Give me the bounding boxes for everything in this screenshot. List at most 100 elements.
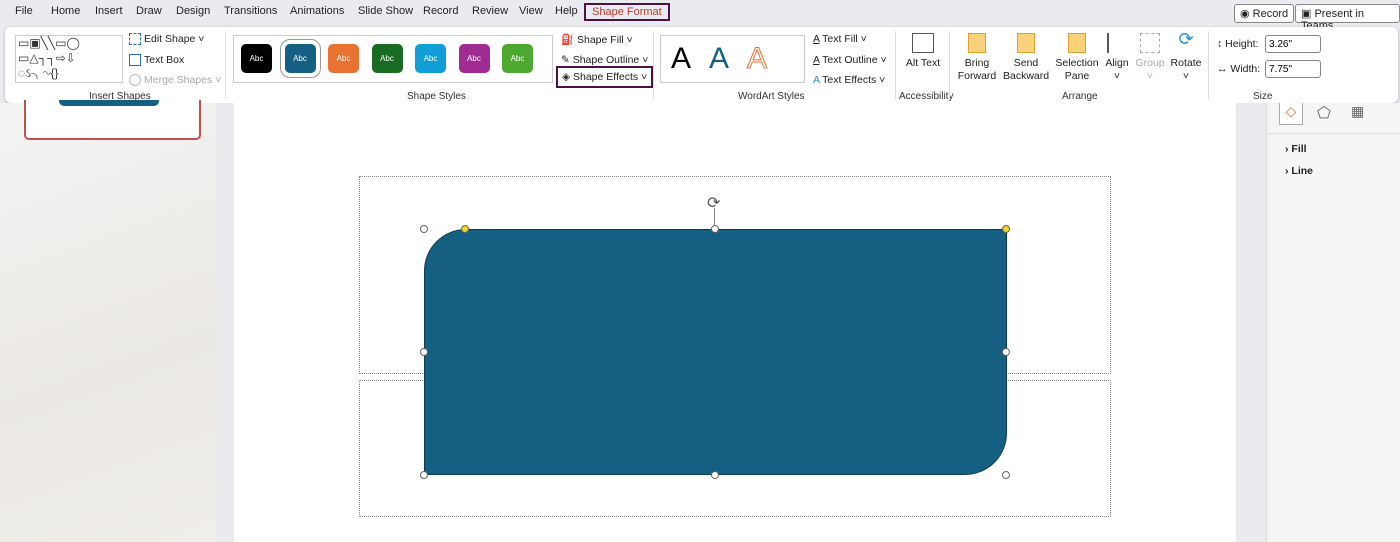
slide-thumbnail-pane — [0, 103, 216, 542]
shape-style-swatch[interactable]: Abc — [371, 44, 403, 73]
tab-home[interactable]: Home — [51, 5, 80, 17]
width-icon: ↔ — [1217, 63, 1231, 75]
group-button[interactable]: Group ˅ — [1135, 33, 1165, 83]
effects-tab-icon[interactable]: ⬠ — [1317, 103, 1331, 123]
resize-handle[interactable] — [420, 225, 428, 233]
slide-thumbnail[interactable] — [24, 100, 201, 140]
send-backward-icon — [1017, 33, 1035, 53]
fill-line-tab-icon[interactable]: ◇ — [1279, 103, 1303, 125]
arrange-label: Arrange — [1062, 91, 1098, 102]
height-icon: ↕ — [1217, 38, 1226, 50]
edit-shape-label: Edit Shape — [144, 33, 196, 45]
align-label: Align — [1105, 57, 1129, 69]
text-outline-button[interactable]: A Text Outline ˅ — [813, 54, 887, 66]
adjustment-handle[interactable] — [1002, 225, 1010, 233]
merge-shapes-button[interactable]: Merge Shapes ˅ — [129, 74, 221, 87]
text-box-button[interactable]: Text Box — [129, 54, 185, 67]
shape-effects-icon: ◈ — [562, 71, 573, 83]
text-box-icon — [129, 54, 141, 67]
tab-help[interactable]: Help — [555, 5, 578, 17]
bring-forward-icon — [968, 33, 986, 53]
shape-style-swatch[interactable]: Abc — [458, 44, 490, 73]
shape-fill-label: Shape Fill — [577, 34, 624, 46]
align-button[interactable]: Align ˅ — [1102, 33, 1132, 83]
tab-design[interactable]: Design — [176, 5, 210, 17]
resize-handle[interactable] — [711, 225, 719, 233]
shape-outline-button[interactable]: ✎ Shape Outline ˅ — [561, 54, 648, 66]
tab-draw[interactable]: Draw — [136, 5, 162, 17]
width-label: ↔ Width: — [1217, 63, 1261, 75]
tab-review[interactable]: Review — [472, 5, 508, 17]
wordart-black[interactable]: A — [671, 42, 709, 75]
fill-section[interactable]: › Fill — [1285, 143, 1307, 155]
text-effects-label: Text Effects — [822, 74, 877, 86]
present-in-teams-button[interactable]: ▣ Present in Teams — [1295, 4, 1400, 32]
text-effects-icon: A — [813, 74, 823, 86]
tab-shape-format[interactable]: Shape Format — [584, 3, 670, 21]
group-label: Group — [1135, 57, 1165, 69]
align-icon — [1107, 33, 1127, 53]
height-input[interactable] — [1265, 35, 1321, 53]
divider — [895, 31, 896, 99]
edit-shape-button[interactable]: Edit Shape ˅ — [129, 33, 204, 46]
tab-animations[interactable]: Animations — [290, 5, 344, 17]
tab-file[interactable]: File — [15, 5, 33, 17]
width-input[interactable] — [1265, 60, 1321, 78]
text-effects-button[interactable]: A Text Effects ˅ — [813, 74, 885, 86]
resize-handle[interactable] — [1002, 471, 1010, 479]
wordart-blue[interactable]: A — [709, 42, 747, 75]
shape-style-swatch[interactable]: Abc — [415, 44, 446, 73]
tab-transitions[interactable]: Transitions — [224, 5, 277, 17]
alt-text-button[interactable]: Alt Text — [905, 33, 941, 70]
ribbon-tabs: File Home Insert Draw Design Transitions… — [0, 0, 1400, 32]
resize-handle[interactable] — [420, 471, 428, 479]
shape-style-swatch[interactable]: Abc — [502, 44, 533, 73]
shape-fill-button[interactable]: ⛽ Shape Fill ˅ — [561, 33, 633, 46]
selection-pane-button[interactable]: Selection Pane — [1055, 33, 1099, 83]
divider — [225, 31, 226, 99]
tab-slide-show[interactable]: Slide Show — [358, 5, 413, 17]
line-section[interactable]: › Line — [1285, 165, 1313, 177]
text-outline-icon: A — [813, 54, 820, 66]
wordart-gallery[interactable]: AAA — [660, 35, 805, 83]
tab-view[interactable]: View — [519, 5, 543, 17]
format-shape-pane: ◇ ⬠ ▦ › Fill › Line — [1266, 103, 1400, 542]
size-properties-tab-icon[interactable]: ▦ — [1351, 103, 1364, 120]
rotate-button[interactable]: ⟳ Rotate ˅ — [1168, 30, 1204, 83]
merge-shapes-icon — [129, 74, 141, 87]
bring-forward-label: Bring Forward — [957, 57, 997, 82]
shape-effects-button[interactable]: ◈ Shape Effects ˅ — [556, 66, 654, 88]
send-backward-label: Send Backward — [1003, 57, 1050, 82]
text-outline-label: Text Outline — [822, 54, 878, 66]
resize-handle[interactable] — [711, 471, 719, 479]
resize-handle[interactable] — [420, 348, 428, 356]
selection-pane-label: Selection Pane — [1055, 57, 1099, 82]
text-fill-button[interactable]: A Text Fill ˅ — [813, 33, 867, 45]
image-icon — [912, 33, 934, 53]
tab-record[interactable]: Record — [423, 5, 458, 17]
text-box-label: Text Box — [144, 54, 185, 66]
wordart-orange[interactable]: A — [747, 42, 785, 76]
thumbnail-shape — [59, 100, 159, 106]
shape-effects-label: Shape Effects — [573, 71, 639, 83]
adjustment-handle[interactable] — [461, 225, 469, 233]
pencil-icon: ✎ — [561, 54, 573, 66]
shape-style-swatch[interactable]: Abc — [241, 44, 272, 73]
shape-style-swatch[interactable]: Abc — [279, 39, 321, 78]
selection-pane-icon — [1068, 33, 1086, 53]
bring-forward-button[interactable]: Bring Forward — [955, 33, 999, 83]
shapes-gallery[interactable]: ▭▣╲╲▭◯ ▭△┐┐⇨⇩ ◌ઽ╮∿{} — [15, 35, 123, 83]
divider — [653, 31, 654, 99]
record-button[interactable]: ◉ Record — [1234, 4, 1295, 23]
shape-styles-label: Shape Styles — [407, 91, 466, 102]
merge-shapes-label: Merge Shapes — [144, 74, 213, 86]
record-label: Record — [1252, 8, 1289, 20]
rounded-rectangle-shape[interactable] — [424, 229, 1007, 475]
send-backward-button[interactable]: Send Backward — [1003, 33, 1049, 83]
resize-handle[interactable] — [1002, 348, 1010, 356]
text-fill-icon: A — [813, 33, 820, 45]
shape-style-swatch[interactable]: Abc — [328, 44, 359, 73]
tab-insert[interactable]: Insert — [95, 5, 123, 17]
wordart-styles-label: WordArt Styles — [738, 91, 805, 102]
paint-bucket-icon: ⛽ — [561, 34, 577, 46]
